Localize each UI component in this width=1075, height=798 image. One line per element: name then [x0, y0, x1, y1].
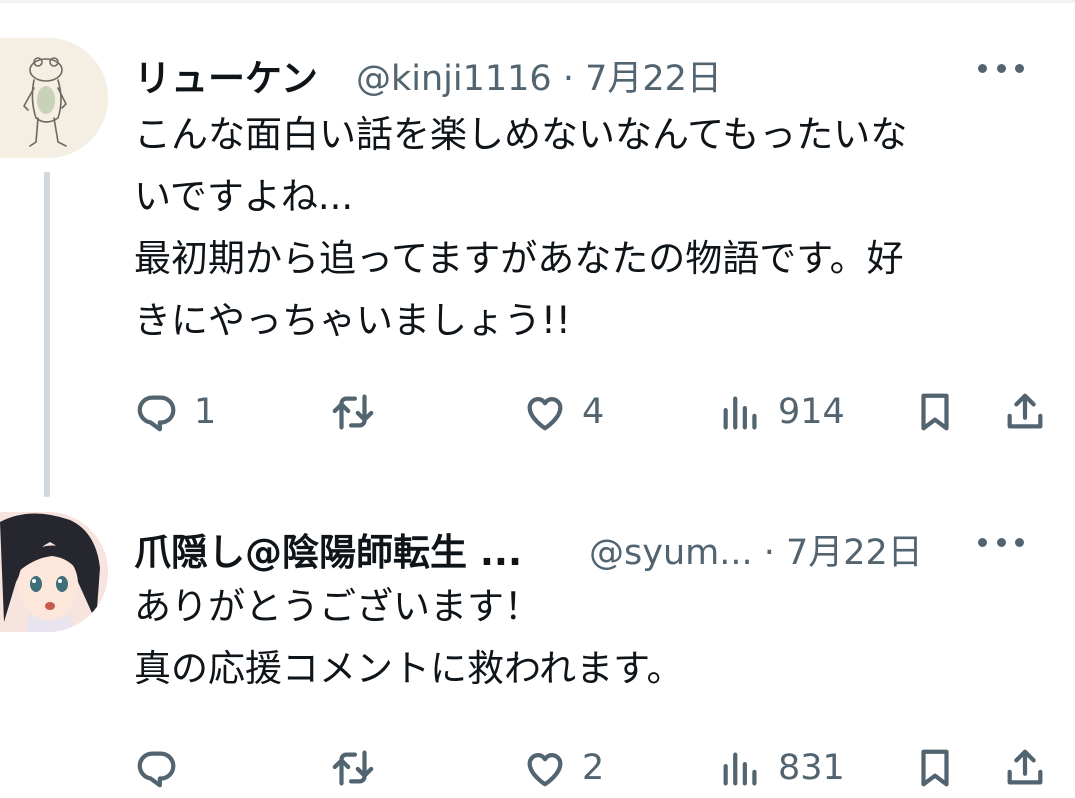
reply-button[interactable] — [134, 738, 194, 798]
bookmark-button[interactable] — [912, 738, 958, 798]
retweet-icon — [332, 394, 374, 430]
bookmark-icon — [921, 393, 949, 431]
tweet: リューケン @kinji1116 · 7月22日 こんな面白い話を楽しめないなん… — [0, 0, 1075, 497]
tweet-text-line: いですよね... — [134, 175, 354, 218]
retweet-button[interactable] — [330, 738, 390, 798]
reply-button[interactable]: 1 — [134, 382, 216, 442]
tweet: 爪隠し@陰陽師転生 ... @syum... · 7月22日 ありがとうございま… — [0, 490, 1075, 788]
more-icon[interactable] — [978, 520, 1024, 564]
avatar[interactable] — [0, 512, 108, 632]
reply-icon — [137, 751, 176, 788]
like-count: 2 — [582, 748, 605, 788]
bookmark-button[interactable] — [912, 382, 958, 442]
views-button[interactable]: 914 — [718, 382, 845, 442]
reply-count: 1 — [194, 392, 217, 432]
tweet-text: ありがとうございます！ 真の応援コメントに救われます。 — [134, 576, 1034, 700]
like-button[interactable]: 2 — [522, 738, 604, 798]
more-icon[interactable] — [978, 46, 1024, 90]
view-count: 914 — [778, 392, 845, 432]
share-button[interactable] — [1002, 738, 1048, 798]
tweet-text-line: きにやっちゃいましょう!! — [134, 299, 571, 342]
view-count: 831 — [778, 748, 845, 788]
retweet-button[interactable] — [330, 382, 390, 442]
bar-chart-icon — [723, 396, 757, 430]
tweet-text: こんな面白い話を楽しめないなんてもったいな いですよね... 最初期から追ってま… — [134, 104, 1034, 352]
like-button[interactable]: 4 — [522, 382, 604, 442]
tweet-text-line: 真の応援コメントに救われます。 — [134, 647, 684, 690]
avatar[interactable] — [0, 38, 108, 158]
share-icon — [1007, 393, 1043, 429]
handle-and-date[interactable]: @kinji1116 · 7月22日 — [356, 50, 722, 101]
bookmark-icon — [921, 749, 949, 787]
share-icon — [1007, 749, 1043, 785]
action-bar: 1 4 914 — [0, 382, 1075, 442]
heart-icon — [527, 753, 563, 787]
thread-line — [44, 172, 50, 497]
reply-icon — [137, 395, 176, 432]
like-count: 4 — [582, 392, 605, 432]
tweet-header: リューケン @kinji1116 · 7月22日 — [134, 40, 1054, 101]
retweet-icon — [332, 750, 374, 786]
display-name[interactable]: リューケン — [134, 48, 318, 102]
display-name[interactable]: 爪隠し@陰陽師転生 ... — [134, 522, 522, 576]
heart-icon — [527, 397, 563, 431]
share-button[interactable] — [1002, 382, 1048, 442]
tweet-text-line: 最初期から追ってますがあなたの物語です。好 — [134, 237, 904, 280]
bar-chart-icon — [723, 752, 757, 786]
tweet-text-line: ありがとうございます！ — [134, 585, 541, 628]
tweet-text-line: こんな面白い話を楽しめないなんてもったいな — [134, 113, 908, 156]
handle-and-date[interactable]: @syum... · 7月22日 — [589, 524, 923, 575]
tweet-header: 爪隠し@陰陽師転生 ... @syum... · 7月22日 — [134, 514, 1054, 575]
action-bar: 2 831 — [0, 738, 1075, 798]
views-button[interactable]: 831 — [718, 738, 845, 798]
